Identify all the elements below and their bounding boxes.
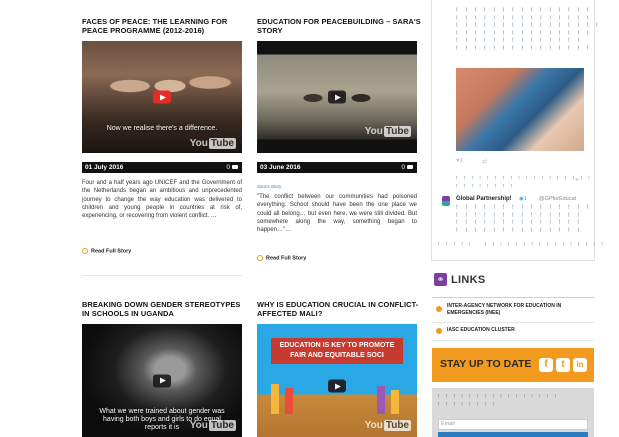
youtube-logo-text: You [189, 138, 208, 149]
video-scene [82, 51, 242, 121]
tweet-account-name[interactable]: Global Partnership! [456, 196, 512, 202]
youtube-logo-box: Tube [383, 420, 411, 431]
youtube-logo-text: You [364, 126, 383, 137]
links-heading: LINKS [451, 274, 486, 286]
youtube-logo-text: You [364, 420, 383, 431]
post-title-4[interactable]: WHY IS EDUCATION CRUCIAL IN CONFLICT-AFF… [257, 300, 422, 318]
signup-text-redacted: ! ! ! ! ! ! ! ! ! ! ! ! ! ! ! !! ! ! ! !… [438, 394, 559, 408]
post-date: 03 June 2016 [260, 164, 301, 171]
link-chain-icon: ⚭ [434, 273, 447, 286]
twitter-bird-icon: ✦ [574, 177, 580, 184]
play-icon[interactable] [153, 90, 171, 104]
youtube-logo-box: Tube [208, 138, 236, 149]
comment-icon [232, 165, 238, 170]
stay-up-to-date-heading: STAY UP TO DATE [440, 358, 532, 370]
tweet-handle[interactable]: @GPforEducat [539, 196, 576, 202]
youtube-logo-icon: You Tube [190, 138, 236, 149]
stay-up-to-date-banner: STAY UP TO DATE f t in [432, 348, 594, 382]
comment-count[interactable]: 0 [226, 162, 238, 173]
post-title-2[interactable]: EDUCATION FOR PEACEBUILDING – SARA'S STO… [257, 17, 427, 35]
signup-form: ! ! ! ! ! ! ! ! ! ! ! ! ! ! ! !! ! ! ! !… [432, 388, 594, 437]
facebook-icon[interactable]: f [539, 358, 553, 372]
divider [432, 322, 594, 323]
linkedin-icon[interactable]: in [573, 358, 587, 372]
read-more-link-2[interactable]: Read Full Story [257, 255, 306, 261]
gpe-avatar[interactable] [442, 196, 450, 206]
youtube-logo-text: You [189, 420, 208, 431]
email-field[interactable]: Email [438, 419, 588, 430]
read-more-link-1[interactable]: Read Full Story [82, 248, 131, 254]
divider [82, 275, 242, 276]
twitter-icon[interactable]: t [556, 358, 570, 372]
play-icon[interactable] [328, 379, 346, 393]
figure-icon [271, 384, 279, 414]
video-banner: EDUCATION IS KEY TO PROMOTE FAIR AND EQU… [271, 338, 403, 364]
tweet-text-redacted: ! ! ! ! ! ! ! ! ! ! ! ! ! ! ! ! ! ! ! ! … [456, 8, 601, 52]
link-bullet-icon [436, 328, 442, 334]
subscribe-button[interactable] [438, 432, 588, 437]
comment-count-value: 0 [401, 164, 405, 171]
youtube-logo-icon: You Tube [190, 420, 236, 431]
video-thumbnail-1[interactable]: Now we realise there's a difference. You… [82, 41, 242, 153]
verified-count: ◉1 [519, 196, 527, 202]
tweet-text-redacted: ! ! ! ! ! ! ! ! ! ! ! ! ! ! ! ! ! !! ! !… [456, 176, 593, 190]
post-excerpt-2: "The conflict between our communities ha… [257, 194, 417, 234]
date-bar-2: 03 June 2016 0 [257, 162, 417, 173]
post-excerpt-1: Four and a half years ago UNICEF and the… [82, 180, 242, 220]
figure-icon [377, 386, 385, 414]
comment-icon [407, 165, 413, 170]
video-thumbnail-4[interactable]: EDUCATION IS KEY TO PROMOTE FAIR AND EQU… [257, 324, 417, 437]
play-icon[interactable] [153, 374, 171, 387]
post-title-1[interactable]: FACES OF PEACE: THE LEARNING FOR PEACE P… [82, 17, 252, 35]
video-thumbnail-3[interactable]: What we were trained about gender was ha… [82, 324, 242, 437]
figure-icon [391, 390, 399, 414]
post-title-3[interactable]: BREAKING DOWN GENDER STEREOTYPES IN SCHO… [82, 300, 242, 318]
video-thumbnail-2[interactable]: You Tube [257, 41, 417, 153]
retweet-icon[interactable]: ⇄ [482, 158, 487, 165]
play-icon[interactable] [328, 90, 346, 104]
link-iasc[interactable]: IASC EDUCATION CLUSTER [447, 327, 587, 334]
category-link[interactable]: Sara's Story [257, 184, 281, 189]
figure-icon [285, 388, 293, 414]
like-count: 1 [459, 158, 463, 164]
link-bullet-icon [436, 306, 442, 312]
divider [432, 297, 594, 298]
youtube-logo-box: Tube [383, 126, 411, 137]
tweet-footer-redacted: ! ! ! ! ! ! ! ! ! ! ! ! ! ! ! ! ! ! ! ! … [438, 242, 606, 248]
comment-count[interactable]: 0 [401, 162, 413, 173]
tweet-text-redacted: ! ! ! ! ! ! ! ! ! ! ! ! ! ! ! ! ! ! ! ! … [456, 205, 592, 234]
tweet-image[interactable] [456, 68, 584, 151]
verified-count-value: 1 [523, 196, 527, 202]
date-bar-1: 01 July 2016 0 [82, 162, 242, 173]
youtube-logo-box: Tube [208, 420, 236, 431]
video-caption: Now we realise there's a difference. [106, 125, 218, 132]
youtube-logo-icon: You Tube [365, 126, 411, 137]
youtube-logo-icon: You Tube [365, 420, 411, 431]
comment-count-value: 0 [226, 164, 230, 171]
divider [432, 340, 594, 341]
like-icon[interactable]: ♥1 [456, 158, 463, 164]
link-inee[interactable]: INTER-AGENCY NETWORK FOR EDUCATION IN EM… [447, 303, 587, 316]
post-date: 01 July 2016 [85, 164, 124, 171]
twitter-feed-widget[interactable]: ! ! ! ! ! ! ! ! ! ! ! ! ! ! ! ! ! ! ! ! … [431, 0, 603, 261]
